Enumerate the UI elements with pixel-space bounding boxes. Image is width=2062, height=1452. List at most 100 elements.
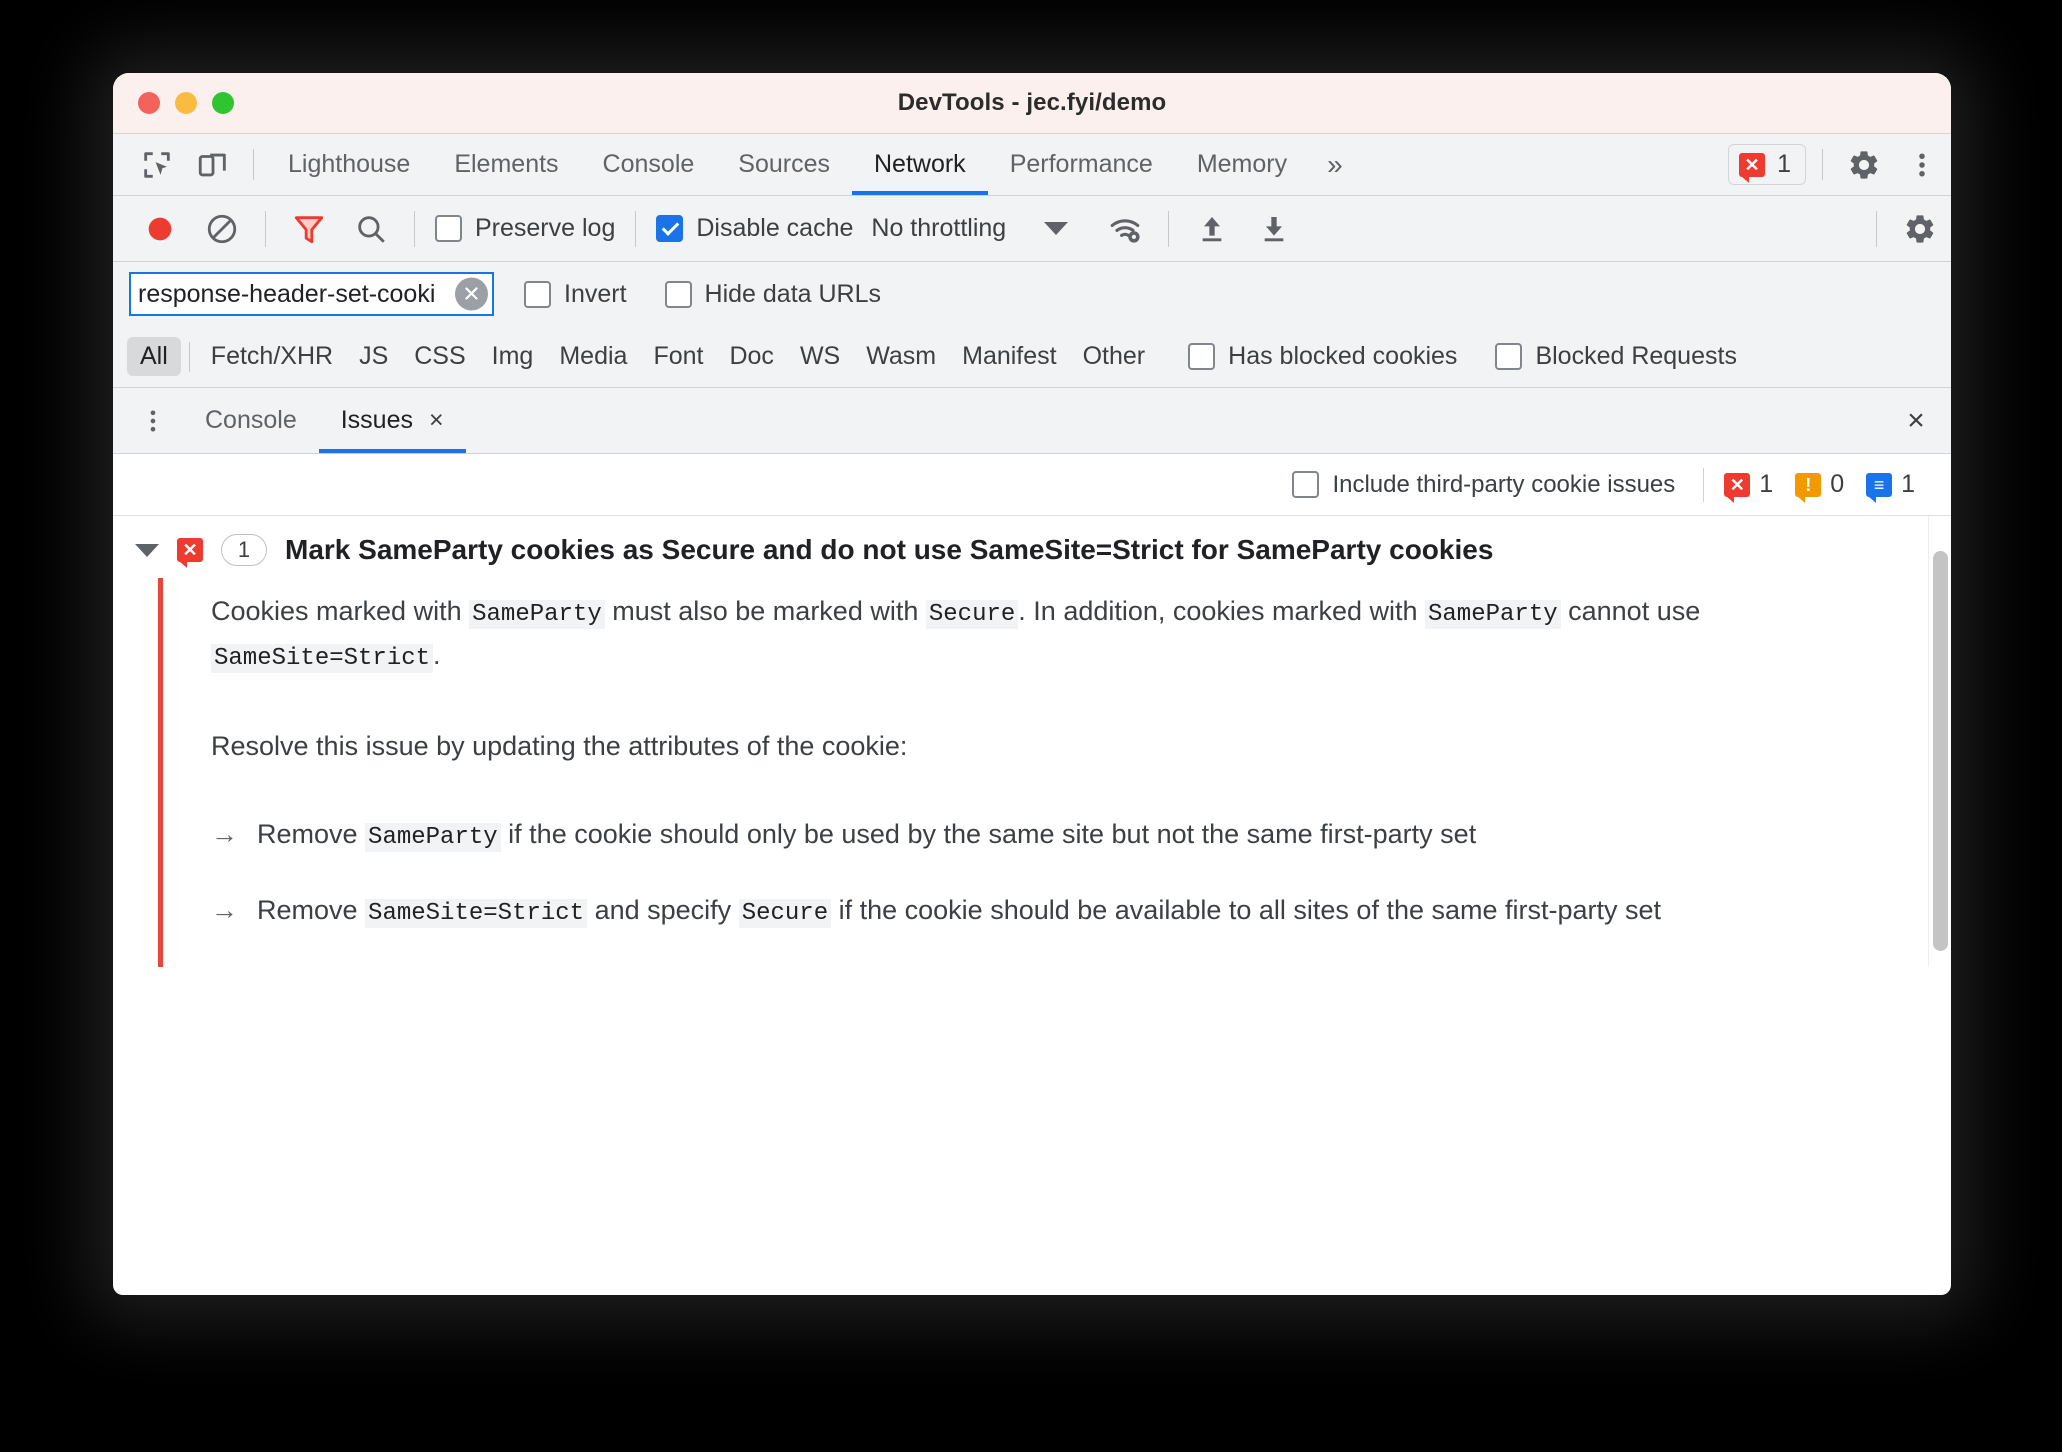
drawer-tab-label: Console xyxy=(205,406,297,434)
bullet-text: and specify xyxy=(587,895,739,926)
type-filter-fetch-xhr[interactable]: Fetch/XHR xyxy=(198,337,346,376)
drawer-tab-console[interactable]: Console xyxy=(183,388,319,453)
filter-input[interactable]: response-header-set-cooki ✕ xyxy=(129,272,494,316)
type-filter-css[interactable]: CSS xyxy=(401,337,478,376)
type-filter-other[interactable]: Other xyxy=(1070,337,1159,376)
download-har-icon[interactable] xyxy=(1243,196,1305,262)
type-filter-manifest[interactable]: Manifest xyxy=(949,337,1069,376)
tab-network[interactable]: Network xyxy=(852,134,988,195)
type-filter-label: Media xyxy=(559,342,628,370)
issue-title: Mark SameParty cookies as Secure and do … xyxy=(285,534,1494,565)
issue-header[interactable]: ✕ 1 Mark SameParty cookies as Secure and… xyxy=(113,516,1951,578)
search-icon[interactable] xyxy=(340,196,402,262)
type-filter-media[interactable]: Media xyxy=(546,337,640,376)
scrollbar-thumb[interactable] xyxy=(1933,551,1948,951)
error-count: 1 xyxy=(1777,150,1791,178)
bullet-text: if the cookie should be available to all… xyxy=(831,895,1662,926)
desc-text: cannot use xyxy=(1560,596,1701,626)
tab-label: Elements xyxy=(454,150,559,178)
zoom-window-button[interactable] xyxy=(212,92,234,114)
filter-funnel-icon[interactable] xyxy=(278,196,340,262)
disable-cache-checkbox[interactable]: Disable cache xyxy=(648,214,861,243)
throttling-select[interactable]: No throttling xyxy=(861,214,1006,243)
error-glyph: ✕ xyxy=(1729,474,1745,495)
preserve-log-checkbox[interactable]: Preserve log xyxy=(427,214,623,243)
tab-sources[interactable]: Sources xyxy=(716,134,852,195)
arrow-right-icon: → xyxy=(211,895,238,926)
close-window-button[interactable] xyxy=(138,92,160,114)
tab-elements[interactable]: Elements xyxy=(432,134,580,195)
record-button-icon[interactable] xyxy=(129,196,191,262)
type-filter-img[interactable]: Img xyxy=(479,337,547,376)
has-blocked-cookies-checkbox[interactable]: Has blocked cookies xyxy=(1180,342,1465,371)
type-filter-label: Other xyxy=(1082,342,1146,370)
error-bubble-icon: ✕ xyxy=(1739,152,1766,183)
bullet-text: if the cookie should only be used by the… xyxy=(500,818,1477,849)
code-secure: Secure xyxy=(925,600,1019,629)
checkbox-box xyxy=(435,215,462,242)
tab-performance[interactable]: Performance xyxy=(988,134,1175,195)
drawer-tab-label: Issues xyxy=(340,406,413,434)
drawer-kebab-menu-icon[interactable] xyxy=(123,388,183,453)
desc-text: must also be marked with xyxy=(604,596,926,626)
network-settings-gear-icon[interactable] xyxy=(1889,196,1951,262)
bullet-text: Remove xyxy=(257,895,366,926)
invert-label: Invert xyxy=(564,279,627,308)
close-issues-tab-icon[interactable]: × xyxy=(429,406,444,435)
type-filter-label: Img xyxy=(491,342,534,370)
type-filter-label: All xyxy=(140,342,168,370)
invert-checkbox[interactable]: Invert xyxy=(516,280,635,309)
issue-bullet-2: → Remove SameSite=Strict and specify Secu… xyxy=(211,890,1897,932)
code-sameparty: SameParty xyxy=(365,822,501,852)
type-filter-doc[interactable]: Doc xyxy=(716,337,786,376)
type-filter-all[interactable]: All xyxy=(127,337,181,376)
toolbar-divider-5 xyxy=(1876,210,1877,247)
inspect-cursor-icon[interactable] xyxy=(129,134,185,195)
close-drawer-icon[interactable]: × xyxy=(1881,388,1951,453)
type-filter-js[interactable]: JS xyxy=(346,337,401,376)
hide-data-urls-label: Hide data URLs xyxy=(704,279,882,308)
tab-label: Performance xyxy=(1009,150,1153,178)
kebab-menu-icon[interactable] xyxy=(1893,134,1951,195)
type-filter-ws[interactable]: WS xyxy=(787,337,853,376)
blocked-requests-checkbox[interactable]: Blocked Requests xyxy=(1487,342,1745,371)
warning-counter: ! 0 xyxy=(1795,470,1844,503)
traffic-lights xyxy=(138,92,234,114)
tab-label: Sources xyxy=(738,150,830,178)
type-filter-wasm[interactable]: Wasm xyxy=(853,337,949,376)
issue-bullet-1: → Remove SameParty if the cookie should o… xyxy=(211,814,1897,856)
minimize-window-button[interactable] xyxy=(175,92,197,114)
more-tabs-icon[interactable]: » xyxy=(1309,134,1361,195)
include-third-party-checkbox[interactable]: Include third-party cookie issues xyxy=(1284,471,1683,499)
filter-input-value: response-header-set-cooki xyxy=(138,279,436,308)
type-filter-label: WS xyxy=(799,342,841,370)
hide-data-urls-checkbox[interactable]: Hide data URLs xyxy=(657,280,889,309)
tab-console[interactable]: Console xyxy=(581,134,717,195)
tab-label: Lighthouse xyxy=(288,150,411,178)
gear-icon[interactable] xyxy=(1835,134,1893,195)
clear-icon[interactable] xyxy=(191,196,253,262)
info-bubble-icon: ≡ xyxy=(1866,472,1893,503)
type-filter-label: Doc xyxy=(729,342,774,370)
tab-lighthouse[interactable]: Lighthouse xyxy=(266,134,432,195)
code-samesite-strict: SameSite=Strict xyxy=(211,644,434,674)
chevron-down-icon[interactable] xyxy=(1044,222,1069,235)
clear-input-icon[interactable]: ✕ xyxy=(455,277,488,311)
drawer-tab-issues[interactable]: Issues × xyxy=(318,388,466,453)
error-count-chip[interactable]: ✕ 1 xyxy=(1728,144,1806,185)
issues-scrollbar[interactable] xyxy=(1928,516,1951,967)
type-filter-font[interactable]: Font xyxy=(640,337,716,376)
device-toolbar-icon[interactable] xyxy=(185,134,241,195)
checkbox-box xyxy=(524,280,551,308)
collapse-triangle-icon[interactable] xyxy=(135,543,159,557)
info-count: 1 xyxy=(1901,470,1915,498)
warning-bubble-icon: ! xyxy=(1795,472,1822,503)
tab-label: Console xyxy=(602,150,695,178)
checkbox-box xyxy=(1495,343,1523,370)
tab-memory[interactable]: Memory xyxy=(1175,134,1309,195)
issue-body: Cookies marked with SameParty must also … xyxy=(158,578,1951,967)
error-count: 1 xyxy=(1759,470,1774,498)
wifi-settings-icon[interactable] xyxy=(1094,196,1156,262)
code-sameparty: SameParty xyxy=(469,600,605,629)
upload-har-icon[interactable] xyxy=(1181,196,1243,262)
